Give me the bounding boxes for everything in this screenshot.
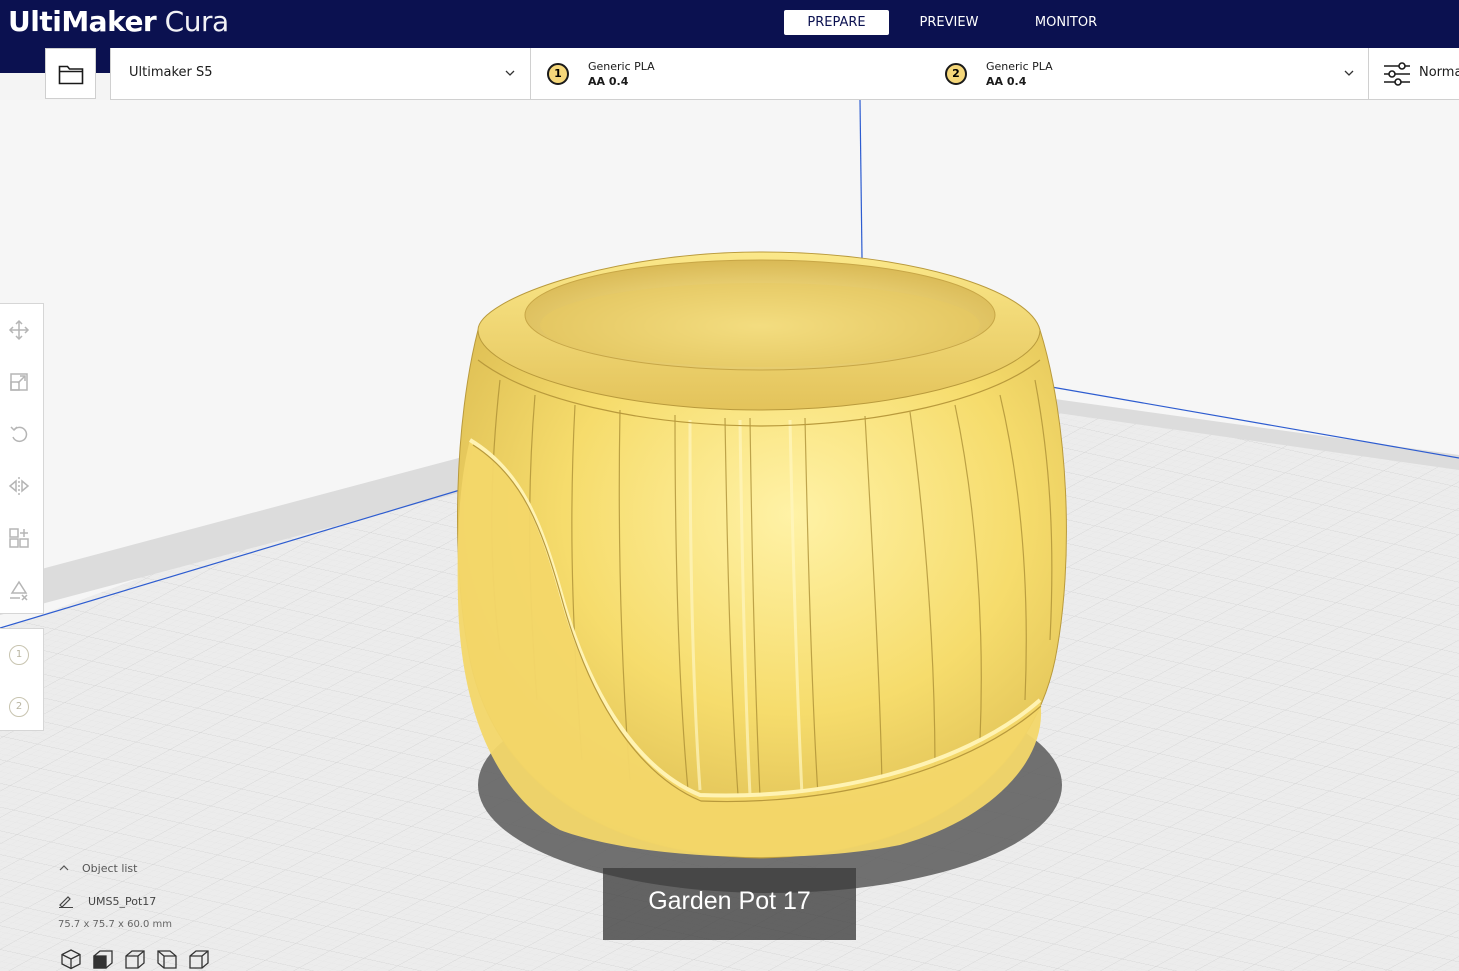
extruder-selector-panel: 1 2: [0, 628, 44, 731]
chevron-up-icon: [59, 865, 69, 871]
tool-panel: [0, 303, 44, 614]
rotate-icon[interactable]: [8, 423, 30, 445]
extruder-2-select-button[interactable]: 2: [9, 697, 29, 717]
extruder-1-select-button[interactable]: 1: [9, 645, 29, 665]
object-list-item[interactable]: UMS5_Pot17: [58, 891, 156, 908]
mirror-icon[interactable]: [8, 475, 30, 497]
logo-bold-text: UltiMaker: [8, 5, 157, 38]
settings-sliders-icon: [1384, 62, 1410, 86]
print-profile-label: Norma: [1419, 65, 1459, 80]
extruder-configuration[interactable]: 1 Generic PLA AA 0.4 2 Generic PLA AA 0.…: [531, 48, 1368, 99]
tab-preview[interactable]: PREVIEW: [900, 10, 998, 35]
extruder-2-material: Generic PLA: [986, 60, 1053, 73]
open-file-button[interactable]: [45, 48, 96, 99]
3d-view-icon[interactable]: [60, 948, 82, 970]
print-settings-selector[interactable]: Norma: [1369, 48, 1459, 99]
move-icon[interactable]: [8, 319, 30, 341]
scale-icon[interactable]: [8, 371, 30, 393]
chevron-down-icon: [505, 70, 515, 76]
app-logo: UltiMaker Cura: [8, 5, 229, 39]
per-model-settings-icon[interactable]: [8, 527, 30, 549]
chevron-down-icon: [1344, 70, 1354, 76]
folder-icon: [58, 65, 83, 84]
top-view-icon[interactable]: [124, 948, 146, 970]
printer-selector[interactable]: Ultimaker S5: [111, 48, 531, 99]
logo-light-text: Cura: [164, 5, 229, 38]
tab-monitor[interactable]: MONITOR: [1022, 10, 1110, 35]
left-view-icon[interactable]: [156, 948, 178, 970]
object-list-toggle[interactable]: Object list: [58, 862, 137, 875]
printer-configuration-bar: Ultimaker S5 1 Generic PLA AA 0.4 2 Gene…: [110, 48, 1459, 100]
extruder-1-badge: 1: [547, 63, 569, 85]
object-dimensions: 75.7 x 75.7 x 60.0 mm: [58, 919, 173, 930]
video-caption: Garden Pot 17: [603, 868, 856, 940]
tab-prepare[interactable]: PREPARE: [784, 10, 889, 35]
front-view-icon[interactable]: [92, 948, 114, 970]
extruder-2-badge: 2: [945, 63, 967, 85]
pencil-icon: [59, 896, 73, 908]
extruder-2-nozzle: AA 0.4: [986, 75, 1027, 88]
build-plate-scene: [0, 100, 1459, 971]
right-view-icon[interactable]: [188, 948, 210, 970]
printer-name: Ultimaker S5: [129, 65, 213, 80]
extruder-1-nozzle: AA 0.4: [588, 75, 629, 88]
extruder-1-material: Generic PLA: [588, 60, 655, 73]
support-blocker-icon[interactable]: [8, 579, 30, 601]
3d-viewport[interactable]: [0, 100, 1459, 971]
object-name: UMS5_Pot17: [88, 895, 157, 908]
header-bar: UltiMaker Cura PREPARE PREVIEW MONITOR: [0, 0, 1459, 48]
object-list-label: Object list: [82, 862, 138, 875]
